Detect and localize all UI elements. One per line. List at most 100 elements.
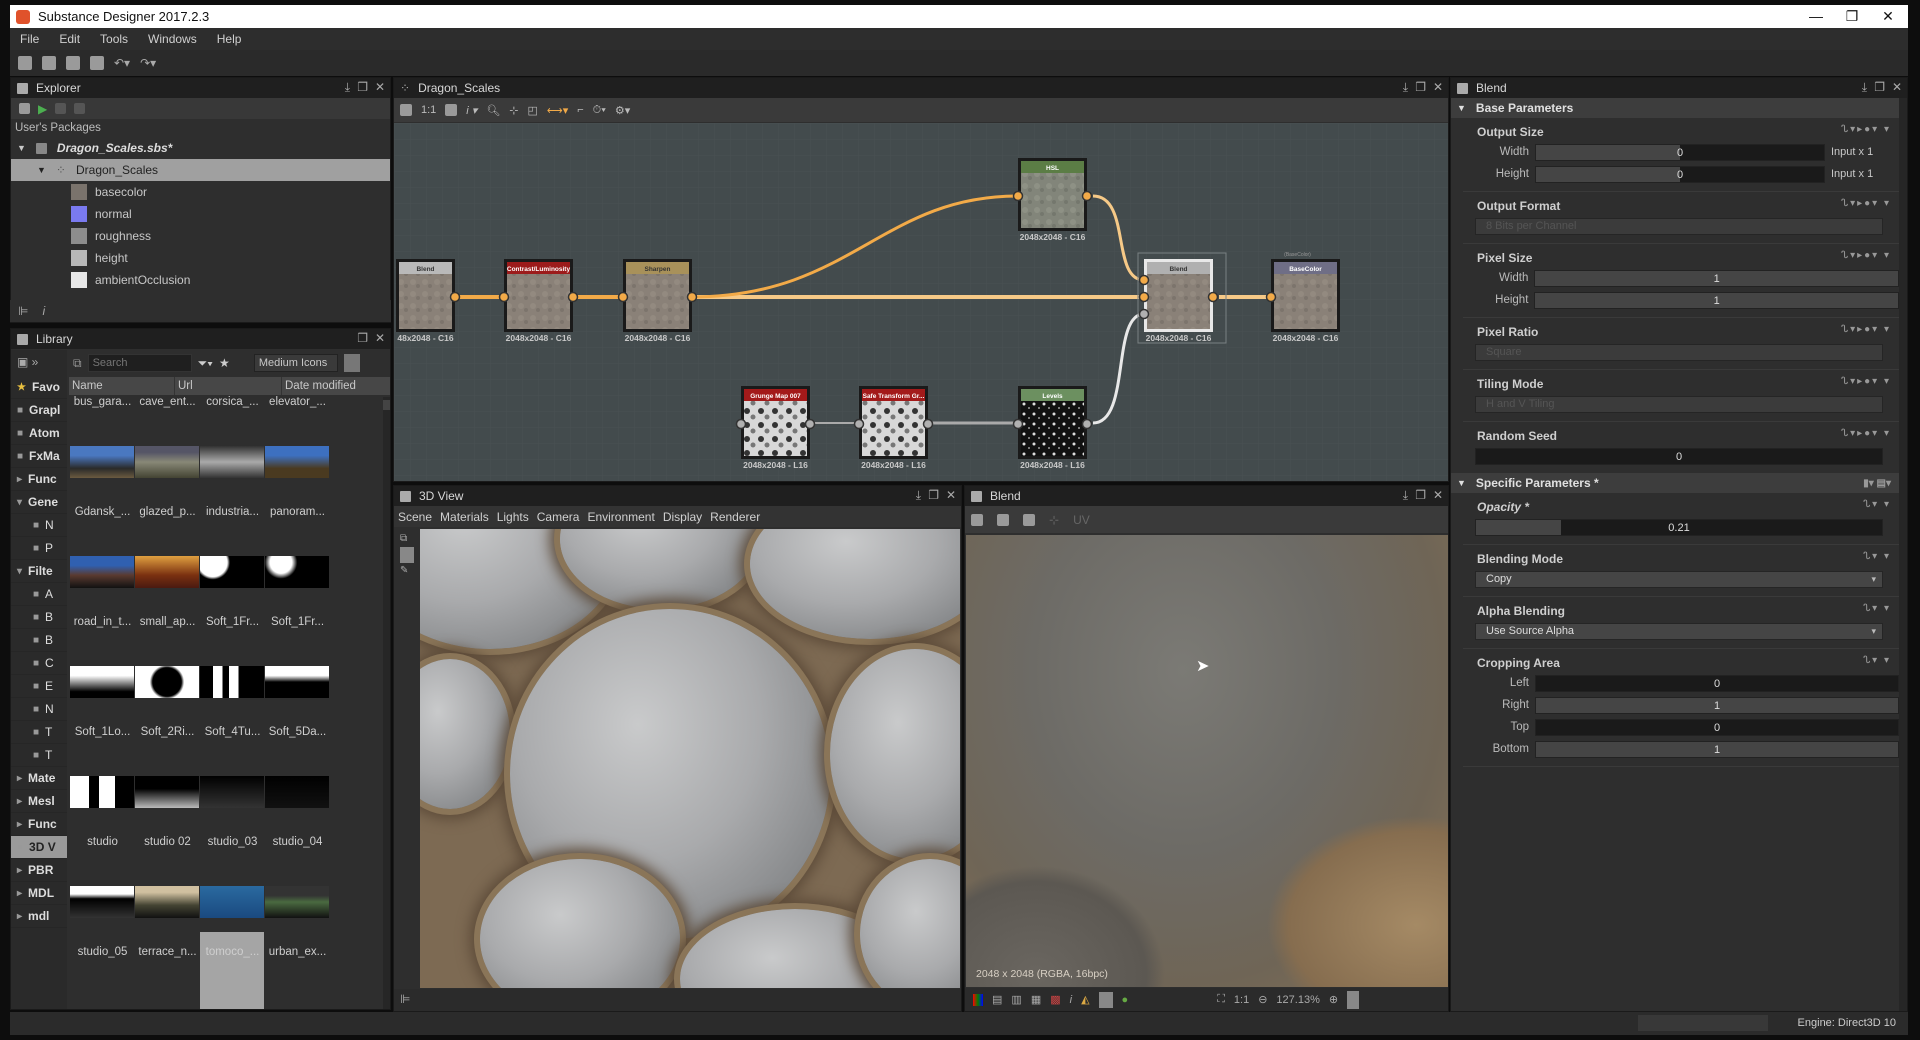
library-category[interactable]: ▾ Filte (11, 560, 67, 583)
graph-node[interactable]: Contrast/Luminosity 2048x2048 - C16 (498, 259, 579, 343)
float-icon[interactable]: ❐ (928, 488, 939, 502)
color-picker-toggle[interactable] (1098, 991, 1113, 1008)
library-item[interactable]: bus_gara... (70, 396, 135, 478)
specific-parameters-header[interactable]: ▼ Specific Parameters * ▮▾ ▤▾ (1451, 473, 1899, 493)
output-item-basecolor[interactable]: basecolor (11, 181, 390, 203)
library-item[interactable]: corsica_... (200, 396, 265, 478)
link-style-icon[interactable]: ⟷▾ (547, 104, 568, 117)
output-item-height[interactable]: height (11, 247, 390, 269)
output-socket[interactable] (1081, 418, 1093, 430)
library-item[interactable]: urban_ex... (265, 900, 330, 1009)
view3d-menu-materials[interactable]: Materials (440, 510, 489, 524)
undo-icon[interactable]: ↶▾ (114, 56, 130, 70)
library-item[interactable]: glazed_p... (135, 460, 200, 588)
close-icon[interactable]: ✕ (375, 80, 385, 94)
tiling-icon[interactable]: ▦ (1031, 993, 1041, 1006)
graph-canvas[interactable]: Blend 48x2048 - C16 Contrast/Luminosity 204… (394, 123, 1448, 481)
library-category[interactable]: ▸ Func (11, 468, 67, 491)
float-icon[interactable]: ❐ (357, 331, 368, 345)
library-item[interactable]: Gdansk_... (70, 460, 135, 588)
library-category[interactable]: ■ B (11, 629, 67, 652)
align-icon[interactable]: ⌐ (577, 104, 583, 116)
output-item-normal[interactable]: normal (11, 203, 390, 225)
pin-icon[interactable]: ⤓ (1862, 80, 1867, 95)
library-category[interactable]: ■ A (11, 583, 67, 606)
pixel-width-slider[interactable]: 1 (1534, 269, 1899, 287)
collapse-icon[interactable]: ▼ (37, 165, 46, 175)
library-item[interactable]: Soft_5Da... (265, 680, 330, 808)
zoom-out-icon[interactable]: ⊖ (1258, 993, 1267, 1006)
view3d-menu-lights[interactable]: Lights (497, 510, 529, 524)
view3d-menu-scene[interactable]: Scene (398, 510, 432, 524)
library-category[interactable]: ▸ Func (11, 813, 67, 836)
float-icon[interactable]: ❐ (357, 80, 368, 94)
output-height-slider[interactable]: 0 (1535, 165, 1825, 183)
crop-left-slider[interactable]: 0 (1535, 674, 1899, 692)
output-socket[interactable] (1081, 190, 1093, 202)
library-search-input[interactable] (87, 354, 192, 372)
collapse-icon[interactable]: ▼ (1457, 478, 1466, 488)
input-socket[interactable] (1138, 274, 1150, 286)
save-icon[interactable] (19, 103, 30, 114)
library-category[interactable]: ■ N (11, 698, 67, 721)
info-icon[interactable]: i ▾ (466, 104, 477, 117)
tree-icon[interactable]: ⊫ (18, 304, 28, 318)
pixel-ratio-field[interactable]: Square (1475, 343, 1883, 361)
pin-icon[interactable]: ⤓ (916, 488, 921, 503)
close-window-button[interactable]: ✕ (1868, 5, 1908, 28)
library-category[interactable]: ■ B (11, 606, 67, 629)
channels-icon[interactable] (971, 513, 983, 526)
color-icon[interactable]: ● (1122, 994, 1129, 1006)
pin-icon[interactable]: ⤓ (1403, 488, 1408, 503)
histogram-icon[interactable]: ▥ (1011, 993, 1021, 1006)
alpha-icon[interactable]: ▤ (992, 993, 1002, 1006)
publish-icon[interactable] (55, 103, 67, 114)
param-function-icons[interactable]: ᔐ▾ ▾ (1863, 655, 1891, 666)
uv-dropdown[interactable]: UV (1073, 513, 1090, 527)
save-icon[interactable] (66, 56, 80, 70)
tiling-mode-field[interactable]: H and V Tiling (1475, 395, 1883, 413)
param-function-icons[interactable]: ᔐ▾▸●▾ ▾ (1841, 324, 1891, 335)
graph-node[interactable]: HSL 2048x2048 - C16 (1012, 158, 1093, 242)
menu-file[interactable]: File (10, 32, 49, 46)
library-item[interactable]: elevator_... (265, 396, 330, 478)
thumbnail-toggle[interactable] (343, 354, 360, 372)
view3d-menu-display[interactable]: Display (663, 510, 702, 524)
param-function-icons[interactable]: ᔐ▾▸●▾ ▾ (1841, 376, 1891, 387)
column-url[interactable]: Url (175, 377, 282, 395)
library-category[interactable]: ■ T (11, 744, 67, 767)
package-row[interactable]: ▼ Dragon_Scales.sbs* (11, 137, 390, 159)
save-image-icon[interactable] (997, 513, 1009, 526)
info-icon[interactable]: i (42, 304, 45, 318)
graph-node[interactable]: Blend 2048x2048 - C16 (1138, 259, 1219, 343)
toggle-panel-button[interactable] (1347, 990, 1360, 1009)
frame-icon[interactable]: ◰ (528, 104, 538, 117)
new-package-icon[interactable] (18, 56, 32, 70)
input-socket[interactable] (735, 418, 747, 430)
open-icon[interactable] (42, 56, 56, 70)
library-item[interactable]: Soft_4Tu... (200, 680, 265, 808)
add-library-icon[interactable]: ▣ » (11, 350, 67, 376)
library-scrollbar[interactable] (383, 397, 390, 1009)
library-item[interactable]: Soft_2Ri... (135, 680, 200, 808)
restore-button[interactable]: ❐ (1832, 5, 1872, 28)
alpha-blending-dropdown[interactable]: Use Source Alpha (1475, 622, 1883, 640)
menu-tools[interactable]: Tools (90, 32, 138, 46)
output-socket[interactable] (567, 291, 579, 303)
crop-right-slider[interactable]: 1 (1535, 696, 1899, 714)
library-category[interactable]: ■ Atom (11, 422, 67, 445)
zoom-1to1-button[interactable]: 1:1 (421, 104, 436, 116)
param-function-icons[interactable]: ᔐ▾ ▾ (1863, 603, 1891, 614)
library-category[interactable]: ▸ Mesl (11, 790, 67, 813)
graph-row[interactable]: ▼ ⁘ Dragon_Scales (11, 159, 390, 181)
library-category[interactable]: ■ 3D V (11, 836, 67, 859)
library-item[interactable]: road_in_t... (70, 570, 135, 698)
graph-node[interactable]: Safe Transform Gr... 2048x2048 - L16 (853, 386, 934, 470)
input-socket[interactable] (617, 291, 629, 303)
library-category[interactable]: ■ E (11, 675, 67, 698)
blending-mode-dropdown[interactable]: Copy (1475, 570, 1883, 588)
output-socket[interactable] (1207, 291, 1219, 303)
view3d-menu-camera[interactable]: Camera (537, 510, 580, 524)
output-item-roughness[interactable]: roughness (11, 225, 390, 247)
zoom-in-icon[interactable]: ⊕ (1329, 993, 1338, 1006)
